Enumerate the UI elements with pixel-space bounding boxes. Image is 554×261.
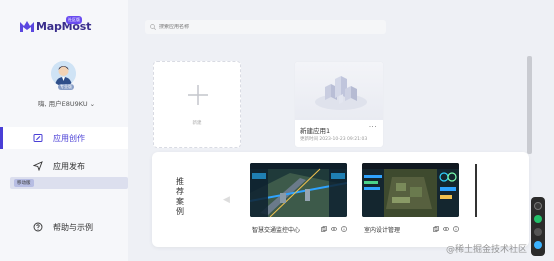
logo-icon — [20, 21, 34, 32]
city-illustration-icon — [315, 76, 367, 110]
widget-status-icon — [534, 202, 542, 210]
sidebar-item-label: 帮助与示例 — [53, 222, 93, 232]
edit-icon — [33, 134, 43, 142]
brand-name: MapMost — [36, 20, 92, 33]
avatar-illustration-icon — [51, 61, 76, 86]
sidebar: MapMost 社区版 专业版 嗨, 用户E8U9KU ⌄ 应用创作 应用发布 … — [0, 0, 128, 261]
copy-icon[interactable] — [321, 225, 327, 232]
app-updated-time: 更新时间 2023-10-23 09:21:03 — [300, 137, 368, 142]
widget-network-icon — [534, 215, 542, 223]
sidebar-item-label: 应用发布 — [53, 161, 85, 171]
widget-memory-icon — [534, 228, 542, 236]
copy-icon[interactable] — [433, 225, 439, 232]
widget-speed-icon — [534, 241, 542, 249]
search-bar[interactable] — [145, 20, 386, 34]
recommend-actions — [321, 225, 347, 232]
send-icon — [33, 161, 43, 171]
chevron-left-icon[interactable]: ◀ — [223, 195, 230, 205]
recommend-card[interactable]: 智慧交通监控中心 — [250, 163, 349, 236]
app-thumbnail — [295, 62, 383, 120]
new-app-label: 新建 — [192, 121, 202, 126]
avatar[interactable] — [51, 61, 76, 86]
plus-icon — [188, 85, 208, 105]
traffic-dashboard-illustration-icon — [250, 163, 347, 217]
scrollbar[interactable] — [527, 56, 532, 154]
info-icon[interactable] — [341, 225, 347, 232]
interior-dashboard-illustration-icon — [362, 163, 459, 217]
search-icon — [150, 24, 156, 30]
more-options-button[interactable]: ··· — [369, 123, 377, 131]
recommend-name: 智慧交通监控中心 — [252, 227, 301, 234]
recommend-card[interactable]: 室内设计管理 — [362, 163, 461, 236]
sidebar-item-label: 应用创作 — [53, 133, 85, 143]
recommend-name: 室内设计管理 — [364, 227, 401, 234]
brand-badge: 社区版 — [66, 16, 82, 24]
recommend-thumbnail — [250, 163, 347, 217]
help-icon — [33, 222, 43, 232]
mobile-chip[interactable]: 移动版 — [10, 177, 128, 189]
recommend-panel: 推荐案例 ◀ 智慧交通监控中心 室内设计管理 — [152, 152, 529, 247]
chip-label: 移动版 — [14, 179, 34, 187]
sidebar-item-help[interactable]: 帮助与示例 — [0, 216, 128, 238]
recommend-thumbnail — [362, 163, 459, 217]
search-input[interactable] — [159, 24, 359, 30]
floating-widget[interactable] — [531, 197, 545, 256]
app-name: 新建应用1 — [300, 127, 331, 135]
recommend-actions — [433, 225, 459, 232]
app-card[interactable]: 新建应用1 ··· 更新时间 2023-10-23 09:21:03 — [294, 61, 384, 148]
sidebar-item-publish[interactable]: 应用发布 — [0, 155, 128, 177]
watermark: @稀土掘金技术社区 — [446, 245, 528, 255]
new-app-card[interactable]: 新建 — [153, 61, 241, 148]
info-icon[interactable] — [453, 225, 459, 232]
carousel-next-indicator[interactable] — [475, 164, 477, 217]
user-greeting[interactable]: 嗨, 用户E8U9KU ⌄ — [38, 98, 95, 108]
eye-icon[interactable] — [442, 225, 450, 231]
sidebar-item-create[interactable]: 应用创作 — [0, 127, 128, 149]
brand-logo[interactable]: MapMost 社区版 — [20, 16, 92, 33]
eye-icon[interactable] — [330, 225, 338, 231]
user-tier-badge: 专业版 — [58, 84, 74, 90]
recommend-title: 推荐案例 — [176, 177, 184, 216]
